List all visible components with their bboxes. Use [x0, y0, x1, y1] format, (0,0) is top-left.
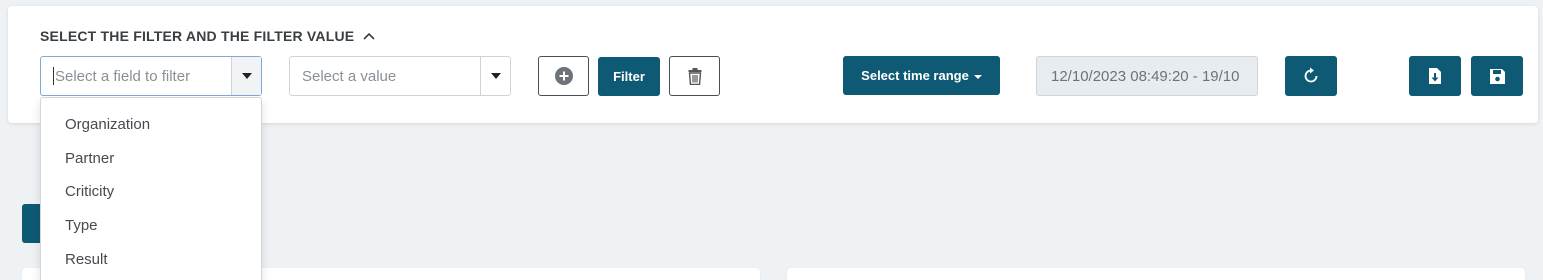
- clear-filters-button[interactable]: [669, 56, 720, 96]
- download-icon: [1429, 68, 1441, 84]
- caret-down-icon: [973, 74, 982, 79]
- value-select-input[interactable]: Select a value: [290, 57, 480, 95]
- chevron-up-icon[interactable]: [362, 29, 376, 43]
- caret-down-icon: [241, 73, 252, 79]
- filter-panel-heading[interactable]: SELECT THE FILTER AND THE FILTER VALUE: [40, 28, 376, 44]
- dropdown-option-criticity[interactable]: Criticity: [65, 183, 114, 200]
- field-select-dropdown: Organization Partner Criticity Type Resu…: [40, 97, 262, 280]
- filter-panel-title: SELECT THE FILTER AND THE FILTER VALUE: [40, 28, 355, 44]
- download-button[interactable]: [1409, 56, 1461, 96]
- add-filter-button[interactable]: [538, 56, 589, 96]
- content-card-right: [787, 268, 1525, 280]
- trash-icon: [688, 67, 701, 85]
- dropdown-option-type[interactable]: Type: [65, 217, 98, 234]
- field-select-toggle[interactable]: [231, 57, 261, 95]
- value-select[interactable]: Select a value: [289, 56, 511, 96]
- date-range-value: 12/10/2023 08:49:20 - 19/10: [1051, 67, 1240, 85]
- select-time-range-label: Select time range: [861, 68, 969, 83]
- save-button[interactable]: [1471, 56, 1523, 96]
- caret-down-icon: [490, 73, 501, 79]
- dropdown-option-result[interactable]: Result: [65, 251, 108, 268]
- dropdown-option-partner[interactable]: Partner: [65, 150, 114, 167]
- value-select-toggle[interactable]: [480, 57, 510, 95]
- refresh-button[interactable]: [1285, 56, 1337, 96]
- filter-button[interactable]: Filter: [598, 57, 660, 96]
- dropdown-option-organization[interactable]: Organization: [65, 116, 150, 133]
- field-select-placeholder: Select a field to filter: [55, 67, 191, 85]
- select-time-range-button[interactable]: Select time range: [843, 56, 1000, 95]
- field-select-input[interactable]: Select a field to filter: [41, 57, 231, 95]
- value-select-placeholder: Select a value: [302, 67, 397, 85]
- refresh-icon: [1304, 67, 1318, 83]
- plus-circle-icon: [554, 67, 573, 85]
- date-range-field: 12/10/2023 08:49:20 - 19/10: [1036, 56, 1258, 96]
- text-cursor: [53, 67, 54, 85]
- field-select[interactable]: Select a field to filter: [40, 56, 262, 96]
- save-icon: [1489, 68, 1505, 84]
